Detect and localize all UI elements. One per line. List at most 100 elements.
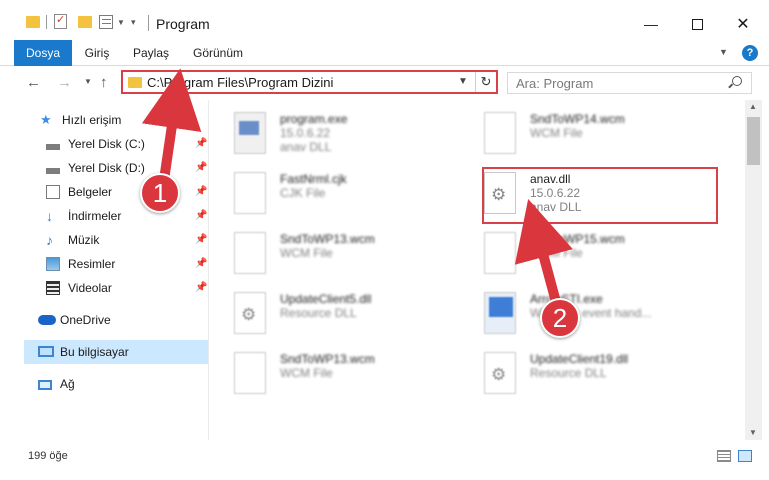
- sidebar-item-label: Belgeler: [68, 185, 113, 199]
- computer-icon: [38, 346, 54, 357]
- back-button[interactable]: ←: [26, 74, 41, 91]
- file-item[interactable]: program.exe 15.0.6.22 anav DLL: [210, 106, 450, 162]
- sidebar-item-label: Resimler: [68, 257, 116, 271]
- item-count: 199 öğe: [28, 450, 68, 462]
- sidebar-item-label: Yerel Disk (D:): [68, 161, 145, 175]
- sidebar-item-label: Yerel Disk (C:): [68, 137, 145, 151]
- star-icon: ★: [40, 112, 52, 127]
- highlight-box: [482, 167, 718, 224]
- help-icon[interactable]: ?: [742, 45, 758, 61]
- videos-icon: [46, 281, 60, 295]
- pin-icon[interactable]: 📌: [195, 138, 207, 149]
- sidebar-item-label: İndirmeler: [68, 209, 122, 223]
- file-type: WCM File: [530, 246, 583, 260]
- file-list: program.exe 15.0.6.22 anav DLL SndToWP14…: [210, 100, 744, 440]
- divider: [46, 15, 47, 29]
- file-item[interactable]: ArrowSTI.exe Windows event hand...: [460, 286, 700, 342]
- file-icon: [234, 352, 266, 394]
- dll-gear-icon: [484, 352, 516, 394]
- file-type: WCM File: [280, 366, 333, 380]
- maximize-button[interactable]: [674, 9, 720, 39]
- address-bar[interactable]: C:\Program Files\Program Dizini ▼ ↻: [121, 70, 498, 94]
- app-window-icon: [484, 292, 516, 334]
- file-name: SndToWP13.wcm: [280, 232, 375, 246]
- pin-icon[interactable]: 📌: [195, 210, 207, 221]
- details-view-icon[interactable]: [717, 450, 731, 462]
- search-icon[interactable]: [732, 76, 742, 86]
- file-type: Resource DLL: [530, 366, 607, 380]
- folder-icon: [128, 77, 142, 88]
- close-button[interactable]: ✕: [720, 9, 766, 39]
- file-item[interactable]: SndToWP15.wcm WCM File: [460, 226, 700, 282]
- file-icon: [484, 112, 516, 154]
- tab-view[interactable]: Görünüm: [186, 40, 250, 66]
- maximize-icon: [691, 18, 703, 30]
- drive-icon: [46, 137, 60, 151]
- music-icon: ♪: [46, 232, 53, 248]
- navigation-bar: ← → ▼ ↑ C:\Program Files\Program Dizini …: [0, 66, 769, 100]
- dll-gear-icon: [234, 292, 266, 334]
- scroll-up-icon[interactable]: ▲: [749, 102, 757, 111]
- file-type: WCM File: [280, 246, 333, 260]
- divider: [148, 15, 149, 31]
- pin-icon[interactable]: 📌: [195, 162, 207, 173]
- tab-share[interactable]: Paylaş: [128, 40, 174, 66]
- file-name: program.exe: [280, 112, 348, 126]
- folder-icon: [26, 16, 40, 28]
- title-bar: ▼ ▾ Program — ✕: [0, 0, 769, 40]
- pin-icon[interactable]: 📌: [195, 234, 207, 245]
- file-name: SndToWP13.wcm: [280, 352, 375, 366]
- refresh-button[interactable]: ↻: [475, 72, 496, 92]
- search-input[interactable]: Ara: Program: [507, 72, 752, 94]
- sidebar-item-label: Müzik: [68, 233, 100, 247]
- expand-ribbon-icon[interactable]: ▼: [719, 47, 728, 57]
- tab-home[interactable]: Giriş: [80, 40, 114, 66]
- file-icon: [484, 232, 516, 274]
- download-icon: ↓: [46, 208, 53, 224]
- navigation-pane: ★ Hızlı erişim Yerel Disk (C:) 📌 Yerel D…: [0, 100, 209, 440]
- pin-icon[interactable]: 📌: [195, 258, 207, 269]
- cloud-icon: [38, 315, 56, 325]
- file-icon: [234, 172, 266, 214]
- up-button[interactable]: ↑: [100, 74, 108, 91]
- file-type: CJK File: [280, 186, 326, 200]
- minimize-button[interactable]: —: [628, 9, 674, 39]
- chevron-down-icon[interactable]: ▼: [117, 18, 125, 36]
- file-name: UpdateClient5.dll: [280, 292, 372, 306]
- customize-quick-access-icon[interactable]: ▾: [131, 17, 136, 35]
- pin-icon[interactable]: 📌: [195, 282, 207, 293]
- file-type: Resource DLL: [280, 306, 357, 320]
- window-title: Program: [156, 16, 210, 32]
- address-dropdown-icon[interactable]: ▼: [458, 76, 468, 87]
- drive-icon: [46, 161, 60, 175]
- file-item[interactable]: UpdateClient19.dll Resource DLL: [460, 346, 700, 402]
- search-placeholder: Ara: Program: [516, 76, 594, 91]
- recent-locations-icon[interactable]: ▼: [84, 77, 92, 86]
- view-icon[interactable]: [99, 15, 113, 29]
- file-item[interactable]: FastNrml.cjk CJK File: [210, 166, 450, 222]
- exe-icon: [234, 112, 266, 154]
- file-name: SndToWP15.wcm: [530, 232, 625, 246]
- file-item[interactable]: SndToWP14.wcm WCM File: [460, 106, 700, 162]
- address-path[interactable]: C:\Program Files\Program Dizini: [147, 75, 333, 90]
- large-icons-view-icon[interactable]: [738, 450, 752, 462]
- status-bar: 199 öğe: [0, 440, 769, 480]
- step-badge-2: 2: [540, 298, 580, 338]
- pin-icon[interactable]: 📌: [195, 186, 207, 197]
- scrollbar-thumb[interactable]: [747, 117, 760, 165]
- file-name: UpdateClient19.dll: [530, 352, 629, 366]
- scroll-down-icon[interactable]: ▼: [749, 428, 757, 437]
- file-item[interactable]: SndToWP13.wcm WCM File: [210, 226, 450, 282]
- forward-button[interactable]: →: [57, 74, 72, 91]
- sidebar-item-label: Videolar: [68, 281, 112, 295]
- vertical-scrollbar[interactable]: ▲ ▼: [745, 100, 762, 440]
- sidebar-item-label: Bu bilgisayar: [60, 345, 129, 359]
- file-item[interactable]: SndToWP13.wcm WCM File: [210, 346, 450, 402]
- sidebar-item-label: Hızlı erişim: [62, 113, 122, 127]
- properties-icon[interactable]: [54, 13, 67, 29]
- new-folder-icon[interactable]: [78, 16, 92, 28]
- network-icon: [38, 380, 52, 390]
- file-item[interactable]: UpdateClient5.dll Resource DLL: [210, 286, 450, 342]
- sidebar-item-label: OneDrive: [60, 313, 111, 327]
- file-name: FastNrml.cjk: [280, 172, 347, 186]
